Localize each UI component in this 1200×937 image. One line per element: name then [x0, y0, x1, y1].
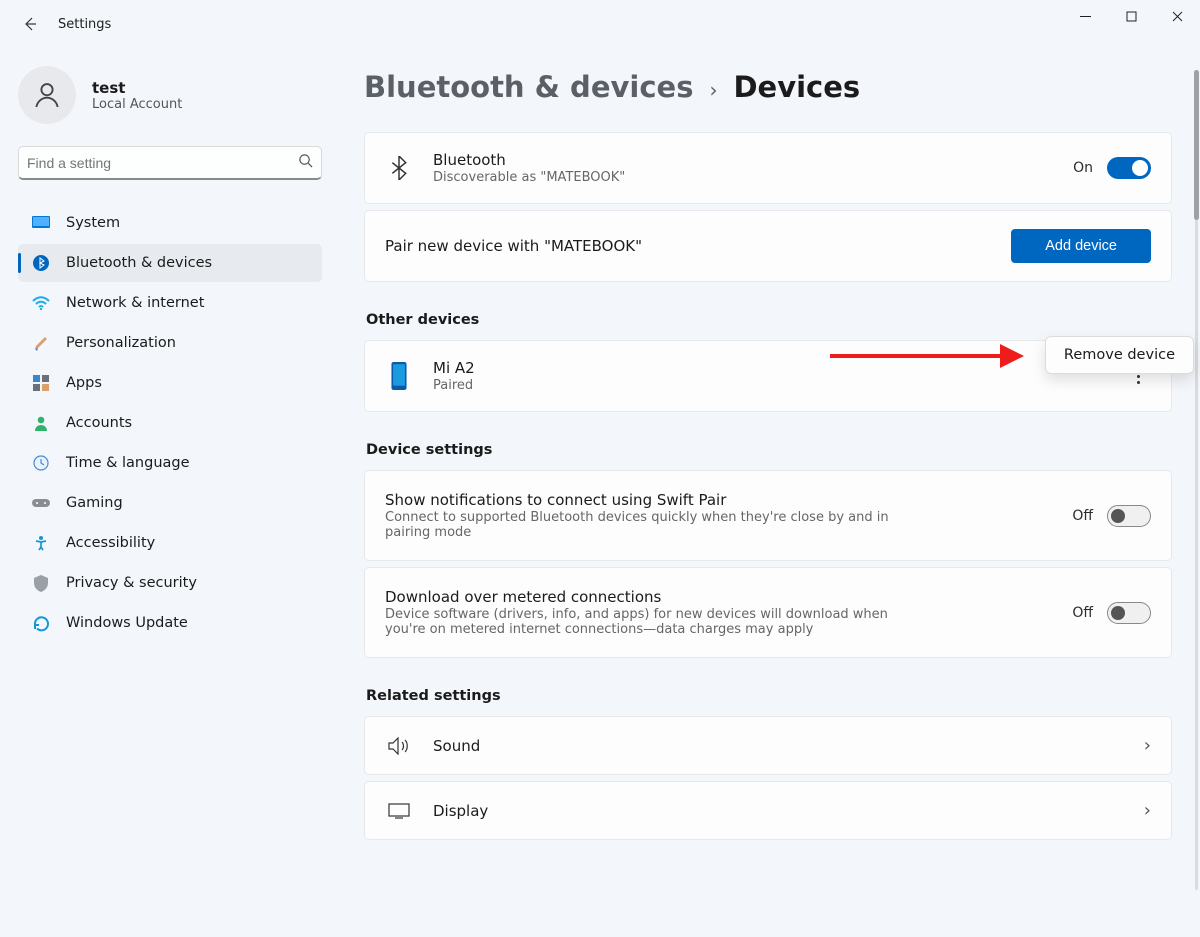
- avatar: [18, 66, 76, 124]
- maximize-icon: [1126, 11, 1137, 22]
- breadcrumb-current: Devices: [733, 70, 860, 104]
- nav-label: Gaming: [66, 495, 123, 511]
- metered-toggle[interactable]: [1107, 602, 1151, 624]
- search-input-container[interactable]: [18, 146, 322, 180]
- nav-label: Time & language: [66, 455, 190, 471]
- bluetooth-icon: [385, 156, 413, 180]
- nav-label: Windows Update: [66, 615, 188, 631]
- nav-personalization[interactable]: Personalization: [18, 324, 322, 362]
- nav-apps[interactable]: Apps: [18, 364, 322, 402]
- section-other-devices: Other devices: [366, 312, 1172, 328]
- card-subtitle: Connect to supported Bluetooth devices q…: [385, 510, 925, 540]
- paintbrush-icon: [32, 334, 50, 352]
- bluetooth-icon: [32, 254, 50, 272]
- monitor-icon: [32, 214, 50, 232]
- card-title: Show notifications to connect using Swif…: [385, 491, 1072, 509]
- breadcrumb-parent[interactable]: Bluetooth & devices: [364, 70, 693, 104]
- nav-label: Accessibility: [66, 535, 155, 551]
- arrow-left-icon: [22, 16, 38, 32]
- card-subtitle: Discoverable as "MATEBOOK": [433, 170, 973, 185]
- section-related-settings: Related settings: [366, 688, 1172, 704]
- nav-gaming[interactable]: Gaming: [18, 484, 322, 522]
- clock-globe-icon: [32, 454, 50, 472]
- toggle-state-label: Off: [1072, 605, 1093, 621]
- breadcrumb: Bluetooth & devices › Devices: [364, 70, 1172, 104]
- add-device-button[interactable]: Add device: [1011, 229, 1151, 263]
- toggle-state-label: On: [1073, 160, 1093, 176]
- accessibility-icon: [32, 534, 50, 552]
- back-button[interactable]: [10, 4, 50, 44]
- phone-icon: [385, 362, 413, 390]
- close-button[interactable]: [1154, 0, 1200, 32]
- related-label: Display: [433, 802, 1144, 820]
- nav-label: Accounts: [66, 415, 132, 431]
- pair-device-card: Pair new device with "MATEBOOK" Add devi…: [364, 210, 1172, 282]
- card-subtitle: Device software (drivers, info, and apps…: [385, 607, 925, 637]
- maximize-button[interactable]: [1108, 0, 1154, 32]
- gamepad-icon: [32, 494, 50, 512]
- shield-icon: [32, 574, 50, 592]
- related-display[interactable]: Display ›: [364, 781, 1172, 840]
- person-icon: [31, 79, 63, 111]
- chevron-right-icon: ›: [1144, 800, 1151, 821]
- minimize-icon: [1080, 11, 1091, 22]
- related-label: Sound: [433, 737, 1144, 755]
- popup-label: Remove device: [1064, 347, 1175, 363]
- metered-download-card: Download over metered connections Device…: [364, 567, 1172, 658]
- device-status: Paired: [433, 378, 973, 393]
- related-sound[interactable]: Sound ›: [364, 716, 1172, 775]
- nav-label: Personalization: [66, 335, 176, 351]
- update-icon: [32, 614, 50, 632]
- card-title: Bluetooth: [433, 151, 1073, 169]
- minimize-button[interactable]: [1062, 0, 1108, 32]
- swift-pair-toggle[interactable]: [1107, 505, 1151, 527]
- nav-network[interactable]: Network & internet: [18, 284, 322, 322]
- nav-bluetooth-devices[interactable]: Bluetooth & devices: [18, 244, 322, 282]
- nav-label: Apps: [66, 375, 102, 391]
- scrollbar-thumb[interactable]: [1194, 70, 1199, 220]
- nav-privacy[interactable]: Privacy & security: [18, 564, 322, 602]
- nav-accounts[interactable]: Accounts: [18, 404, 322, 442]
- wifi-icon: [32, 294, 50, 312]
- swift-pair-card: Show notifications to connect using Swif…: [364, 470, 1172, 561]
- nav-accessibility[interactable]: Accessibility: [18, 524, 322, 562]
- chevron-right-icon: ›: [1144, 735, 1151, 756]
- user-profile[interactable]: test Local Account: [18, 66, 322, 124]
- apps-icon: [32, 374, 50, 392]
- search-input[interactable]: [27, 155, 298, 171]
- remove-device-popup[interactable]: Remove device: [1045, 336, 1194, 374]
- nav-windows-update[interactable]: Windows Update: [18, 604, 322, 642]
- annotation-arrow: [830, 346, 1030, 366]
- bluetooth-toggle[interactable]: [1107, 157, 1151, 179]
- search-icon: [298, 153, 313, 172]
- nav-system[interactable]: System: [18, 204, 322, 242]
- section-device-settings: Device settings: [366, 442, 1172, 458]
- nav-label: Bluetooth & devices: [66, 255, 212, 271]
- display-icon: [385, 803, 413, 819]
- account-icon: [32, 414, 50, 432]
- bluetooth-toggle-card: Bluetooth Discoverable as "MATEBOOK" On: [364, 132, 1172, 204]
- sound-icon: [385, 737, 413, 755]
- close-icon: [1172, 11, 1183, 22]
- nav-label: System: [66, 215, 120, 231]
- nav-time-language[interactable]: Time & language: [18, 444, 322, 482]
- nav-label: Privacy & security: [66, 575, 197, 591]
- user-account-type: Local Account: [92, 97, 182, 112]
- chevron-right-icon: ›: [709, 78, 717, 102]
- card-title: Download over metered connections: [385, 588, 1072, 606]
- toggle-state-label: Off: [1072, 508, 1093, 524]
- pair-text: Pair new device with "MATEBOOK": [385, 237, 1011, 255]
- app-title: Settings: [58, 17, 111, 32]
- nav-label: Network & internet: [66, 295, 204, 311]
- user-name: test: [92, 79, 182, 97]
